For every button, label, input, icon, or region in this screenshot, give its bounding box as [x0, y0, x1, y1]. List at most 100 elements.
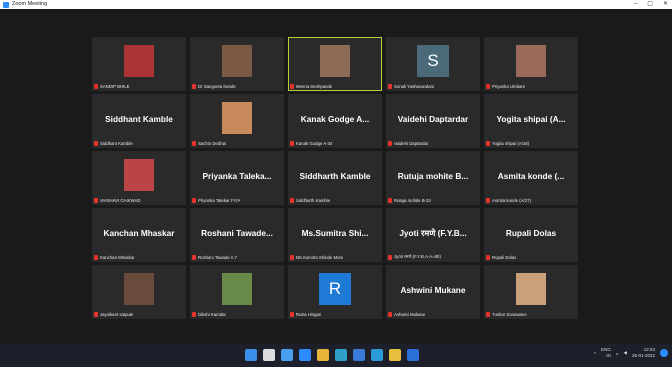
participant-photo [516, 273, 546, 305]
chrome-icon[interactable] [317, 349, 329, 361]
participant-name-label: VAISHAVI GAIKWAD [94, 198, 141, 203]
participant-tile[interactable]: Asmita konde (... Asmita konde (A/27) [484, 151, 578, 205]
search-icon[interactable] [263, 349, 275, 361]
participant-name-label: Rupali Dolas [486, 255, 516, 260]
participant-name-label: Ms.Sumitra Shinde More [290, 255, 343, 260]
participant-tile[interactable]: Ashwini Mukane Ashwini Mukane [386, 265, 480, 319]
participant-name-label: Rutuja mohite B-33 [388, 198, 431, 203]
participant-photo [222, 102, 252, 134]
participant-name-label: Sachin Dedhia [192, 141, 226, 146]
participant-tile[interactable]: R Rutra Hingari [288, 265, 382, 319]
volume-icon[interactable]: ◀ [624, 350, 627, 356]
system-tray: ^ ENG IN ◒ ◀ 12:53 25-01-2022 [594, 347, 668, 359]
participant-tile[interactable]: Roshani Tawade... Roshani Tawade A 7 [190, 208, 284, 262]
mic-muted-icon [192, 198, 196, 203]
participant-tile[interactable]: Kanchan Mhaskar Kanchan Mhaskar [92, 208, 186, 262]
participant-name-label: Yogita shipai (A/18) [486, 141, 529, 146]
participant-tile[interactable]: Jaynikant satpute [92, 265, 186, 319]
participant-name-label: Asmita konde (A/27) [486, 198, 531, 203]
participant-name-label: Siddhant Kamble [94, 141, 133, 146]
store-icon[interactable] [353, 349, 365, 361]
participant-tile[interactable]: Sachin Dedhia [190, 94, 284, 148]
participant-tile[interactable]: S Sonali Yashavandani [386, 37, 480, 91]
window-title: Zoom Meeting [12, 1, 48, 7]
participant-tile[interactable]: Rutuja mohite B... Rutuja mohite B-33 [386, 151, 480, 205]
participant-name: Jaynikant satpute [100, 312, 134, 317]
participant-photo [320, 45, 350, 77]
notification-icon[interactable] [660, 349, 668, 357]
taskview-icon[interactable] [281, 349, 293, 361]
chevron-up-icon[interactable]: ^ [594, 351, 596, 356]
zoom-app-icon[interactable] [407, 349, 419, 361]
mic-muted-icon [486, 84, 490, 89]
participant-tile[interactable]: Meena Deshpande [288, 37, 382, 91]
participant-grid: SANDIP BHILE Dr Sangeeta Kande Meena Deshp… [92, 37, 578, 319]
participant-photo [124, 159, 154, 191]
edge-icon[interactable] [335, 349, 347, 361]
participant-display-name: Rupali Dolas [505, 228, 557, 238]
clock-date: 25-01-2022 [631, 353, 655, 358]
mic-muted-icon [290, 198, 294, 203]
participant-tile[interactable]: Rupali Dolas Rupali Dolas [484, 208, 578, 262]
participant-name: Dikshi Kamdar [198, 312, 226, 317]
browser-icon[interactable] [371, 349, 383, 361]
folder-icon[interactable] [389, 349, 401, 361]
title-bar: Zoom Meeting – ▢ ✕ [0, 0, 672, 9]
participant-name-label: Priyanka Talekar FY/A [192, 198, 240, 203]
mic-muted-icon [94, 141, 98, 146]
participant-tile[interactable]: Priyanka Taleka... Priyanka Talekar FY/A [190, 151, 284, 205]
mic-muted-icon [486, 198, 490, 203]
wifi-icon[interactable]: ◒ [616, 351, 619, 356]
taskbar-icons [245, 349, 419, 361]
participant-display-name: Kanchan Mhaskar [103, 228, 175, 238]
participant-tile[interactable]: Tushar Sonawane [484, 265, 578, 319]
language-indicator[interactable]: ENG IN [601, 347, 611, 359]
close-button[interactable]: ✕ [663, 0, 668, 9]
participant-name: Ashwini Mukane [394, 312, 426, 317]
participant-photo [222, 273, 252, 305]
participant-name: Rupali Dolas [492, 255, 517, 260]
maximize-button[interactable]: ▢ [647, 0, 653, 9]
participant-name-label: Jyoti रमणे (F.Y.B.A-A=80) [388, 254, 441, 260]
participant-name: Tushar Sonawane [492, 312, 527, 317]
mic-muted-icon [388, 141, 392, 146]
participant-name-label: Siddharth Kamble [290, 198, 330, 203]
participant-tile[interactable]: Yogita shipai (A... Yogita shipai (A/18) [484, 94, 578, 148]
participant-tile[interactable]: Siddharth Kamble Siddharth Kamble [288, 151, 382, 205]
letter-avatar: S [417, 45, 449, 77]
participant-tile[interactable]: VAISHAVI GAIKWAD [92, 151, 186, 205]
clock[interactable]: 12:53 25-01-2022 [632, 347, 655, 359]
participant-tile[interactable]: Kanak Godge A... Kanak Godge A-34 [288, 94, 382, 148]
participant-name-label: Dikshi Kamdar [192, 312, 226, 317]
participant-name: Roshani Tawade A 7 [198, 255, 237, 260]
taskbar: ^ ENG IN ◒ ◀ 12:53 25-01-2022 [0, 344, 672, 367]
participant-name: Siddharth Kamble [296, 198, 331, 203]
start-icon[interactable] [245, 349, 257, 361]
participant-tile[interactable]: Priyanka Umbare [484, 37, 578, 91]
participant-name: Rutuja mohite B-33 [394, 198, 431, 203]
minimize-button[interactable]: – [634, 0, 637, 9]
mic-muted-icon [486, 141, 490, 146]
mic-muted-icon [94, 198, 98, 203]
participant-photo [124, 45, 154, 77]
participant-tile[interactable]: Siddhant Kamble Siddhant Kamble [92, 94, 186, 148]
mic-muted-icon [192, 141, 196, 146]
participant-tile[interactable]: Ms.Sumitra Shi... Ms.Sumitra Shinde More [288, 208, 382, 262]
participant-display-name: Asmita konde (... [497, 171, 565, 181]
participant-display-name: Vaidehi Daptardar [397, 114, 469, 124]
participant-tile[interactable]: SANDIP BHILE [92, 37, 186, 91]
participant-tile[interactable]: Jyoti रमणे (F.Y.B... Jyoti रमणे (F.Y.B.A-… [386, 208, 480, 262]
zoom-icon[interactable] [299, 349, 311, 361]
participant-tile[interactable]: Vaidehi Daptardar Vaidehi Daptardar [386, 94, 480, 148]
participant-display-name: Siddharth Kamble [299, 171, 371, 181]
mic-muted-icon [290, 141, 294, 146]
participant-tile[interactable]: Dr Sangeeta Kande [190, 37, 284, 91]
participant-name: Jyoti रमणे (F.Y.B.A-A=80) [394, 254, 441, 259]
mic-muted-icon [192, 312, 196, 317]
participant-display-name: Yogita shipai (A... [496, 114, 566, 124]
participant-name-label: Sonali Yashavandani [388, 84, 434, 89]
participant-name: Kanak Godge A-34 [296, 141, 333, 146]
participant-tile[interactable]: Dikshi Kamdar [190, 265, 284, 319]
participant-name: Ms.Sumitra Shinde More [296, 255, 344, 260]
participant-name-label: Dr Sangeeta Kande [192, 84, 236, 89]
